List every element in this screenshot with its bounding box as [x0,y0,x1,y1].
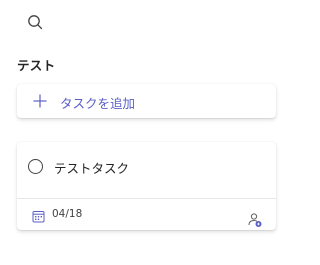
task-card[interactable]: テストタスク 04/18 [17,142,276,230]
complete-task-checkbox[interactable] [28,159,43,174]
due-date: 04/18 [52,208,83,220]
assign-user-icon[interactable] [247,212,263,228]
add-task-label: タスクを追加 [60,96,136,111]
search-icon[interactable] [24,11,46,33]
task-board: テスト タスクを追加 テストタスク 04/18 [0,0,294,265]
calendar-icon [32,208,45,223]
task-title: テストタスク [54,161,130,176]
section-title: テスト [17,58,56,73]
plus-icon [32,93,48,109]
add-task-button[interactable]: タスクを追加 [17,84,276,118]
divider [17,198,276,199]
